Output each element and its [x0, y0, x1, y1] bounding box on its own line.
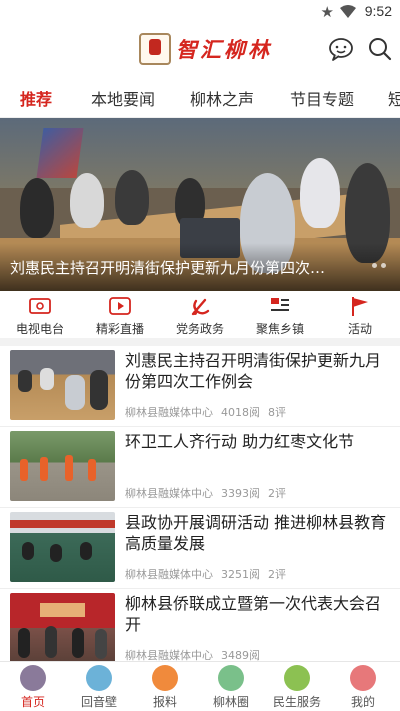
- bottom-nav: 首页 回音壁 报料 柳林圈 民生服务 我的: [0, 661, 400, 711]
- news-item[interactable]: 柳林县侨联成立暨第一次代表大会召开 柳林县融媒体中心 3489阅: [0, 589, 400, 670]
- category-tabs: 推荐 本地要闻 柳林之声 节目专题 短: [0, 74, 400, 118]
- app-header: 智汇柳林: [0, 24, 400, 74]
- news-meta: 柳林县融媒体中心 4018阅 8评: [125, 406, 286, 419]
- quick-nav-party-affairs[interactable]: 党务政务: [165, 295, 235, 337]
- app-title: 智汇柳林: [176, 37, 272, 62]
- services-icon: [284, 665, 310, 691]
- chat-icon[interactable]: [328, 36, 354, 62]
- news-title: 县政协开展调研活动 推进柳林县教育高质量发展: [125, 513, 387, 553]
- status-bar: ★ 9:52: [0, 0, 400, 24]
- quick-nav-activity[interactable]: 活动: [325, 295, 395, 337]
- news-title: 柳林县侨联成立暨第一次代表大会召开: [125, 594, 382, 634]
- wifi-icon: [340, 5, 356, 18]
- tab-liulin-voice[interactable]: 柳林之声: [190, 86, 254, 110]
- news-thumbnail: [10, 593, 115, 663]
- party-emblem-icon: [191, 298, 210, 316]
- news-title: 刘惠民主持召开明清街保护更新九月份第四次工作例会: [125, 351, 382, 391]
- township-icon: [271, 298, 289, 311]
- bottom-nav-circle[interactable]: 柳林圈: [198, 665, 264, 710]
- star-icon: ★: [320, 3, 334, 21]
- news-meta: 柳林县融媒体中心 3251阅 2评: [125, 568, 286, 581]
- banner-carousel[interactable]: 刘惠民主持召开明清街保护更新九月份第四次工作例会: [0, 118, 400, 291]
- quick-nav-township[interactable]: 聚焦乡镇: [245, 295, 315, 337]
- news-meta: 柳林县融媒体中心 3393阅 2评: [125, 487, 286, 500]
- news-thumbnail: [10, 350, 115, 420]
- quick-nav: 电视电台 精彩直播 党务政务 聚焦乡镇 活动: [0, 291, 400, 346]
- app-logo: [139, 33, 171, 65]
- news-thumbnail: [10, 431, 115, 501]
- carousel-indicator: [368, 253, 386, 272]
- tv-radio-icon: [29, 298, 51, 314]
- bottom-nav-echo-wall[interactable]: 回音壁: [66, 665, 132, 710]
- banner-caption: 刘惠民主持召开明清街保护更新九月份第四次工作例会: [10, 259, 340, 277]
- bottom-nav-profile[interactable]: 我的: [330, 665, 396, 710]
- quick-nav-live[interactable]: 精彩直播: [85, 295, 155, 337]
- search-icon[interactable]: [367, 36, 393, 62]
- news-thumbnail: [10, 512, 115, 582]
- tab-local-news[interactable]: 本地要闻: [91, 86, 155, 110]
- echo-wall-icon: [86, 665, 112, 691]
- quick-nav-tv-radio[interactable]: 电视电台: [5, 295, 75, 337]
- news-item[interactable]: 刘惠民主持召开明清街保护更新九月份第四次工作例会 柳林县融媒体中心 4018阅 8评: [0, 346, 400, 427]
- tab-recommend[interactable]: 推荐: [20, 86, 52, 110]
- report-icon: [152, 665, 178, 691]
- flag-icon: [352, 297, 368, 316]
- tab-short[interactable]: 短: [388, 86, 400, 110]
- news-item[interactable]: 县政协开展调研活动 推进柳林县教育高质量发展 柳林县融媒体中心 3251阅 2评: [0, 508, 400, 589]
- bottom-nav-home[interactable]: 首页: [0, 665, 66, 710]
- bottom-nav-report[interactable]: 报料: [132, 665, 198, 710]
- news-title: 环卫工人齐行动 助力红枣文化节: [125, 432, 355, 451]
- bottom-nav-services[interactable]: 民生服务: [264, 665, 330, 710]
- circle-icon: [218, 665, 244, 691]
- tab-program-topics[interactable]: 节目专题: [290, 86, 354, 110]
- live-play-icon: [109, 297, 131, 315]
- profile-icon: [350, 665, 376, 691]
- status-time: 9:52: [364, 3, 392, 19]
- home-icon: [20, 665, 46, 691]
- news-item[interactable]: 环卫工人齐行动 助力红枣文化节 柳林县融媒体中心 3393阅 2评: [0, 427, 400, 508]
